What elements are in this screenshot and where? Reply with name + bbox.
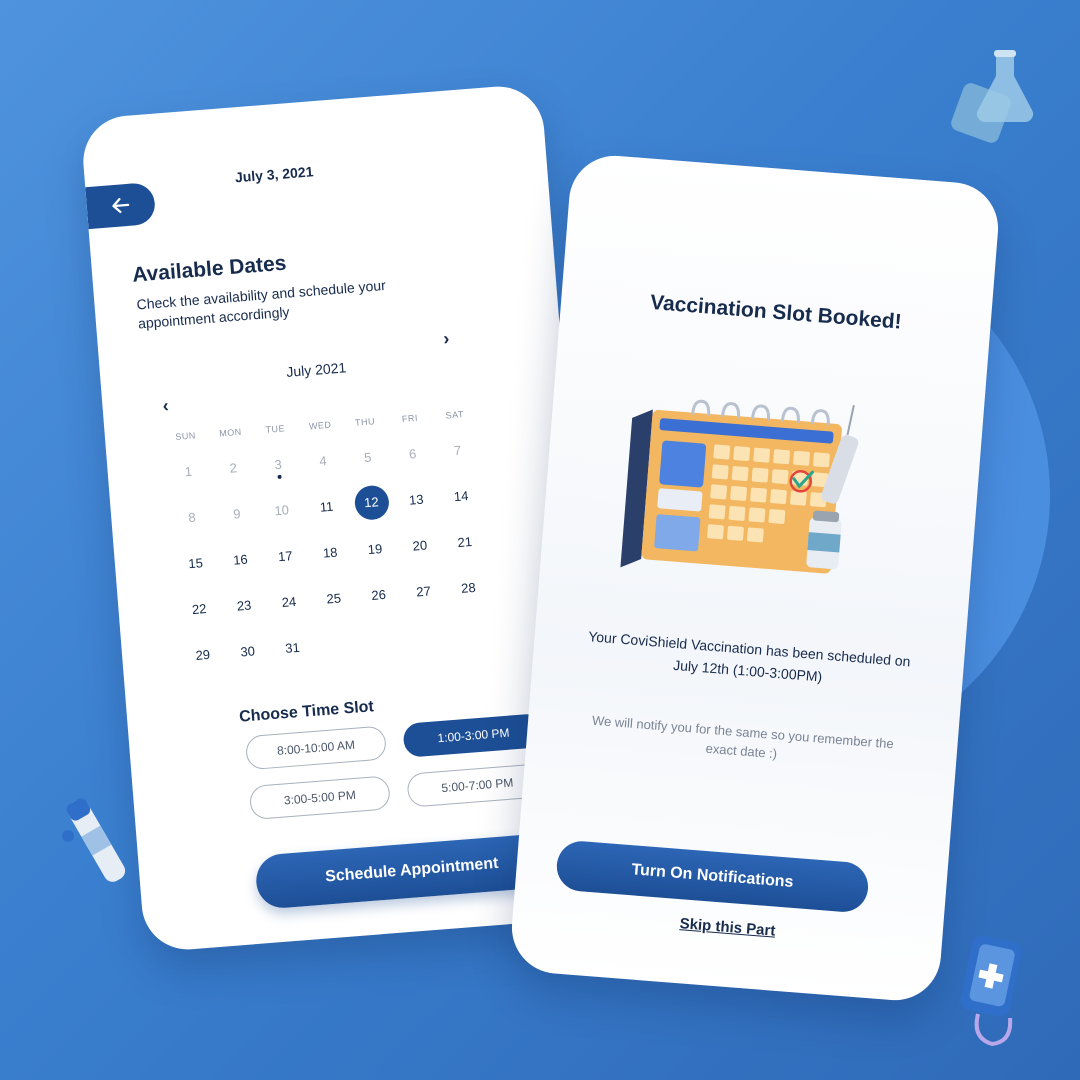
calendar-day[interactable]: 11 xyxy=(304,497,350,515)
weekday-label: FRI xyxy=(401,412,419,425)
calendar-day[interactable]: 20 xyxy=(397,536,443,554)
calendar-day[interactable]: 5 xyxy=(345,448,391,466)
calendar-day-selected[interactable]: 12 xyxy=(348,484,396,522)
confirmation-title: Vaccination Slot Booked! xyxy=(649,290,903,334)
back-arrow-icon xyxy=(112,197,130,214)
calendar-day[interactable]: 19 xyxy=(352,539,398,557)
calendar-empty-cell xyxy=(360,639,405,643)
calendar-month: July 2021 xyxy=(285,359,347,380)
calendar-day[interactable]: 18 xyxy=(307,543,353,561)
notification-note: We will notify you for the same so you r… xyxy=(591,712,895,762)
calendar-day[interactable]: 22 xyxy=(176,599,222,617)
page-title: Available Dates xyxy=(131,251,288,287)
calendar-empty-cell xyxy=(315,642,360,646)
time-slot-list: 8:00-10:00 AM 1:00-3:00 PM 3:00-5:00 PM 5:0… xyxy=(244,712,551,821)
time-slot[interactable]: 8:00-10:00 AM xyxy=(244,725,388,771)
turn-on-notifications-button[interactable]: Turn On Notifications xyxy=(554,839,870,914)
calendar-illustration xyxy=(620,399,859,574)
weekday-label: WED xyxy=(308,419,332,432)
calendar: SUN MON TUE WED THU FRI SAT 1 2 3 4 5 6 7 8 9 10 11 12 13 14… xyxy=(162,401,496,679)
calendar-day[interactable]: 21 xyxy=(442,532,488,550)
calendar-day[interactable]: 7 xyxy=(434,441,480,459)
calendar-day[interactable]: 1 xyxy=(165,462,211,480)
weekday-label: MON xyxy=(218,426,243,439)
weekday-label: SUN xyxy=(174,430,197,442)
booking-confirmation-screen: Vaccination Slot Booked! Your CoviShield… xyxy=(508,152,1002,1004)
weekday-label: TUE xyxy=(265,423,286,435)
back-button[interactable] xyxy=(85,181,157,230)
calendar-day[interactable]: 13 xyxy=(393,490,439,508)
calendar-day[interactable]: 23 xyxy=(221,596,267,614)
skip-link[interactable]: Skip this Part xyxy=(512,902,942,953)
test-tube-icon xyxy=(62,798,126,882)
calendar-day[interactable]: 9 xyxy=(214,504,260,522)
time-slot-selected[interactable]: 1:00-3:00 PM xyxy=(402,712,545,758)
calendar-day[interactable]: 31 xyxy=(269,638,315,656)
phone-medical-icon xyxy=(960,935,1022,1047)
calendar-day[interactable]: 10 xyxy=(259,501,305,519)
calendar-day[interactable]: 4 xyxy=(300,451,346,469)
weekday-label: THU xyxy=(354,416,376,428)
calendar-empty-cell xyxy=(405,635,450,639)
calendar-day[interactable]: 17 xyxy=(262,546,308,564)
vial-illustration xyxy=(806,510,842,570)
calendar-day[interactable]: 14 xyxy=(438,486,484,504)
calendar-day[interactable]: 15 xyxy=(173,553,219,571)
calendar-day[interactable]: 26 xyxy=(356,585,402,603)
time-slot[interactable]: 3:00-5:00 PM xyxy=(248,775,391,821)
chevron-right-icon[interactable]: › xyxy=(442,328,450,349)
calendar-day[interactable]: 24 xyxy=(266,592,312,610)
calendar-empty-cell xyxy=(450,631,495,635)
slot-section-title: Choose Time Slot xyxy=(238,698,375,726)
calendar-day[interactable]: 28 xyxy=(445,578,491,596)
header-date: July 3, 2021 xyxy=(234,163,314,186)
chevron-left-icon[interactable]: ‹ xyxy=(162,395,170,416)
flask-icon xyxy=(951,50,1034,143)
calendar-day[interactable]: 16 xyxy=(217,550,263,568)
calendar-day[interactable]: 30 xyxy=(225,642,271,660)
weekday-label: SAT xyxy=(445,409,465,421)
calendar-day[interactable]: 27 xyxy=(400,582,446,600)
calendar-day[interactable]: 25 xyxy=(311,589,357,607)
calendar-day[interactable]: 8 xyxy=(169,508,215,526)
confirmation-message: Your CoviShield Vaccination has been sch… xyxy=(587,628,912,685)
calendar-day[interactable]: 3 xyxy=(255,455,301,473)
calendar-day[interactable]: 29 xyxy=(180,645,226,663)
calendar-day[interactable]: 2 xyxy=(210,458,256,476)
calendar-day[interactable]: 6 xyxy=(390,444,436,462)
